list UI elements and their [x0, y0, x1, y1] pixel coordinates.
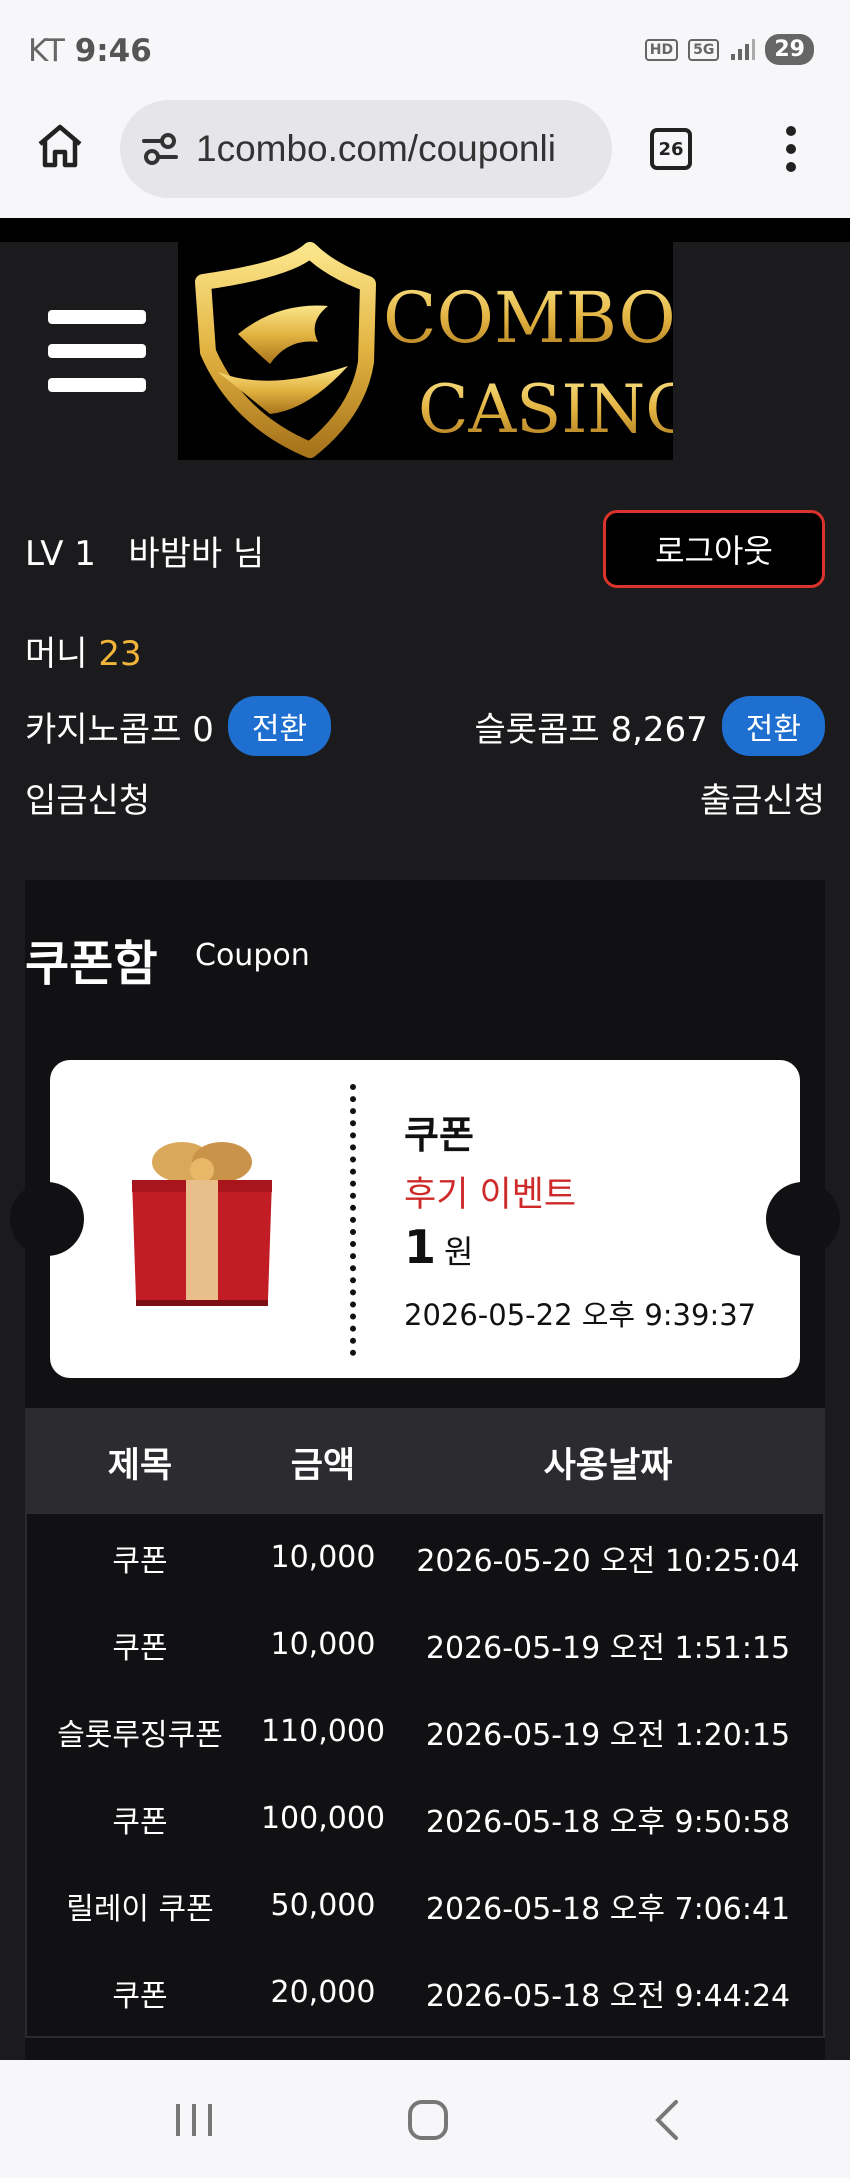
- table-header: 제목 금액 사용날짜: [27, 1410, 823, 1514]
- money-balance: 머니 23: [25, 626, 142, 675]
- money-value: 23: [98, 634, 142, 674]
- cell-amount: 10,000: [270, 1540, 376, 1575]
- signal-icon: [731, 38, 756, 60]
- cell-title: 쿠폰: [112, 1978, 168, 2014]
- table-row: 쿠폰 10,000 2026-05-19 오전 1:51:15: [27, 1601, 823, 1688]
- status-icons: HD 5G 29: [644, 34, 814, 65]
- cell-date: 2026-05-18 오후 9:50:58: [425, 1804, 791, 1840]
- withdraw-link[interactable]: 출금신청: [700, 773, 825, 822]
- ticket-amount: 1 원: [404, 1220, 473, 1274]
- hamburger-menu-icon[interactable]: [48, 310, 146, 392]
- site-settings-icon[interactable]: [138, 127, 182, 171]
- cell-date: 2026-05-20 오전 10:25:04: [416, 1543, 800, 1579]
- casino-comp-label: 카지노콤프 0: [25, 709, 214, 750]
- cell-amount: 50,000: [270, 1888, 376, 1923]
- cell-amount: 20,000: [270, 1975, 376, 2010]
- clock: 9:46: [74, 33, 152, 69]
- ticket-amount-unit: 원: [444, 1233, 474, 1271]
- status-carrier-time: KT 9:46: [28, 33, 152, 69]
- logo-wordmark-bottom: CASINO: [418, 371, 673, 448]
- system-navigation-bar: [0, 2060, 850, 2178]
- table-row: 쿠폰 100,000 2026-05-18 오후 9:50:58: [27, 1775, 823, 1862]
- ticket-date: 2026-05-22 오후 9:39:37: [404, 1298, 757, 1332]
- browser-toolbar: 1combo.com/couponli 26: [0, 100, 850, 218]
- user-name: 바밤바 님: [128, 534, 265, 574]
- column-header-amount: 금액: [290, 1445, 356, 1486]
- status-bar: KT 9:46 HD 5G 29: [0, 0, 850, 100]
- coupon-box: 쿠폰함 Coupon 쿠폰 후기 이벤트 1 원 2026-05-22 오후 9…: [10, 880, 840, 2060]
- battery-icon: 29: [765, 34, 814, 65]
- back-icon[interactable]: [644, 2096, 692, 2144]
- cell-title: 쿠폰: [112, 1804, 168, 1840]
- cell-title: 쿠폰: [112, 1630, 168, 1666]
- logo-wordmark-top: COMBO: [383, 277, 673, 359]
- cell-title: 슬롯루징쿠폰: [57, 1717, 223, 1753]
- slot-comp: 슬롯콤프 8,267 전환: [475, 696, 825, 756]
- logout-button[interactable]: 로그아웃: [603, 510, 825, 588]
- casino-comp-convert-button[interactable]: 전환: [227, 696, 332, 756]
- home-nav-icon[interactable]: [404, 2096, 452, 2144]
- cell-date: 2026-05-18 오후 7:06:41: [425, 1891, 791, 1927]
- ticket-event: 후기 이벤트: [404, 1175, 577, 1215]
- cell-date: 2026-05-18 오전 9:44:24: [425, 1978, 791, 2014]
- recent-apps-icon[interactable]: [170, 2096, 218, 2144]
- deposit-link[interactable]: 입금신청: [25, 773, 150, 822]
- coupon-history-table: 제목 금액 사용날짜 쿠폰 10,000 2026-05-20 오전 10:25…: [25, 1408, 825, 2038]
- ticket-title: 쿠폰: [404, 1113, 474, 1157]
- url-text: 1combo.com/couponli: [196, 128, 556, 169]
- hd-icon: HD: [644, 38, 679, 61]
- ticket-notch-left: [10, 1182, 84, 1256]
- cell-amount: 100,000: [260, 1801, 386, 1836]
- tab-switcher-button[interactable]: 26: [650, 128, 692, 170]
- user-level: LV 1: [25, 534, 96, 574]
- cell-date: 2026-05-19 오전 1:51:15: [425, 1630, 791, 1666]
- home-icon[interactable]: [36, 122, 84, 170]
- page-content: COMBO CASINO LV 1 바밤바 님 로그아웃 머니 23 카지노콤프…: [0, 218, 850, 2060]
- cell-title: 쿠폰: [112, 1543, 168, 1579]
- coupon-box-subtitle: Coupon: [195, 938, 310, 973]
- gift-box-icon: [132, 1142, 272, 1306]
- coupon-box-title: 쿠폰함: [25, 936, 158, 992]
- slot-comp-convert-button[interactable]: 전환: [721, 696, 825, 756]
- ticket-divider: [350, 1084, 356, 1356]
- table-row: 쿠폰 10,000 2026-05-20 오전 10:25:04: [27, 1514, 823, 1601]
- column-header-date: 사용날짜: [543, 1445, 673, 1486]
- cell-title: 릴레이 쿠폰: [66, 1891, 214, 1927]
- address-bar[interactable]: 1combo.com/couponli: [120, 100, 612, 198]
- user-info: LV 1 바밤바 님: [25, 526, 264, 575]
- coupon-ticket[interactable]: 쿠폰 후기 이벤트 1 원 2026-05-22 오후 9:39:37: [10, 1060, 840, 1378]
- casino-comp: 카지노콤프 0 전환: [25, 696, 332, 756]
- carrier: KT: [28, 33, 65, 69]
- cell-amount: 10,000: [270, 1627, 376, 1662]
- table-row: 릴레이 쿠폰 50,000 2026-05-18 오후 7:06:41: [27, 1862, 823, 1949]
- money-label: 머니: [25, 634, 88, 674]
- browser-menu-icon[interactable]: [785, 126, 797, 172]
- cell-date: 2026-05-19 오전 1:20:15: [425, 1717, 791, 1753]
- table-row: 슬롯루징쿠폰 110,000 2026-05-19 오전 1:20:15: [27, 1688, 823, 1775]
- ticket-notch-right: [766, 1182, 840, 1256]
- table-row: 쿠폰 20,000 2026-05-18 오전 9:44:24: [27, 1949, 823, 2036]
- column-header-title: 제목: [107, 1445, 173, 1486]
- 5g-icon: 5G: [688, 38, 720, 61]
- slot-comp-label: 슬롯콤프 8,267: [474, 709, 708, 750]
- cell-amount: 110,000: [260, 1714, 386, 1749]
- combo-casino-logo[interactable]: COMBO CASINO: [178, 242, 673, 460]
- header-strip: [0, 218, 850, 242]
- ticket-amount-value: 1: [404, 1220, 437, 1274]
